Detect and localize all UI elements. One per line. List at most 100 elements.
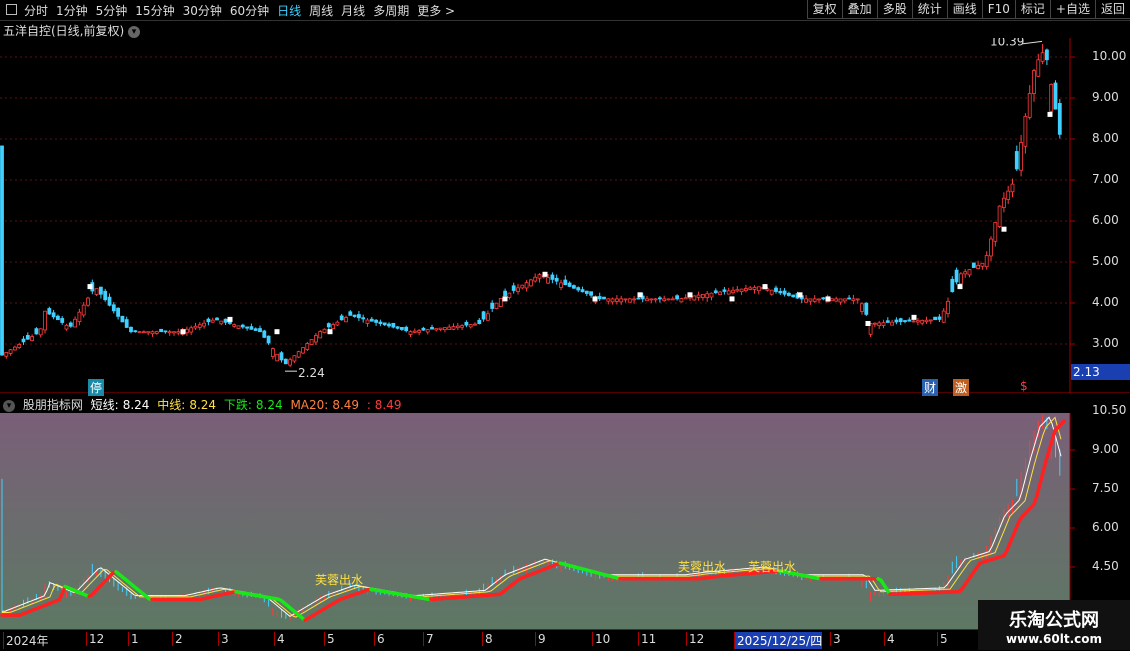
candle-body: [684, 298, 687, 299]
candle-body: [194, 326, 197, 328]
candle-body: [822, 298, 825, 299]
indicator-tick-4: 4.50: [1092, 559, 1119, 573]
candle-body: [108, 297, 111, 305]
indicator-chart[interactable]: 芙蓉出水芙蓉出水芙蓉出水: [0, 413, 1130, 629]
candle-body: [121, 316, 124, 322]
candle-body: [357, 315, 360, 318]
candle-body: [787, 293, 790, 295]
mid-value: 8.24: [189, 398, 216, 412]
x-label-15: 3: [830, 632, 841, 646]
candle-body: [925, 320, 928, 322]
price-marker: [866, 321, 871, 326]
candle-body: [125, 320, 128, 328]
toolbar-button-7[interactable]: +自选: [1050, 0, 1095, 19]
candle-body: [753, 287, 756, 289]
candle-body: [422, 328, 425, 330]
candle-body: [637, 298, 640, 299]
price-marker: [181, 329, 186, 334]
candle-body: [349, 312, 352, 316]
candle-body: [1024, 116, 1027, 146]
candle-body: [835, 299, 838, 301]
price-tick-6: 4.00: [1092, 295, 1119, 309]
finance-badge: 财: [922, 379, 938, 396]
candle-body: [44, 311, 47, 330]
candle-body: [783, 291, 786, 294]
candle-body: [482, 312, 485, 319]
tab-period-5[interactable]: 60分钟: [230, 2, 269, 19]
toolbar-button-2[interactable]: 多股: [877, 0, 912, 19]
candle-body: [947, 301, 950, 313]
tab-period-0[interactable]: 分时: [24, 2, 48, 19]
x-label-17: 5: [937, 632, 948, 646]
candle-body: [185, 329, 188, 332]
tab-period-6[interactable]: 日线: [277, 2, 301, 19]
candle-body: [628, 299, 631, 302]
candle-body: [732, 290, 735, 292]
candle-body: [693, 296, 696, 300]
candle-body: [340, 316, 343, 320]
chevron-down-icon[interactable]: ▾: [128, 26, 140, 38]
toolbar-button-0[interactable]: 复权: [807, 0, 842, 19]
candle-body: [934, 317, 937, 319]
candle-body: [160, 329, 163, 331]
indicator-tick-2: 7.50: [1092, 481, 1119, 495]
candle-body: [865, 303, 868, 314]
candle-body: [985, 255, 988, 266]
candle-body: [426, 330, 429, 332]
candle-body: [1002, 198, 1005, 207]
candle-body: [486, 314, 489, 321]
price-chart[interactable]: 10.392.24: [0, 38, 1130, 393]
candle-body: [1, 146, 4, 355]
indicator-name: 股朋指标网: [23, 398, 83, 412]
extra-value: : 8.49: [367, 398, 402, 412]
toolbar-button-8[interactable]: 返回: [1095, 0, 1130, 19]
candle-body: [598, 297, 601, 299]
x-label-13: 12: [686, 632, 704, 646]
toolbar-button-4[interactable]: 画线: [947, 0, 982, 19]
price-marker: [275, 329, 280, 334]
stop-badge: 停: [88, 379, 104, 396]
candle-body: [164, 331, 167, 332]
chevron-down-icon[interactable]: ▾: [3, 400, 15, 412]
x-label-14: 2025/12/25/四: [734, 632, 822, 649]
tab-period-3[interactable]: 15分钟: [135, 2, 174, 19]
candle-body: [607, 299, 610, 301]
candle-body: [22, 339, 25, 342]
price-marker: [228, 317, 233, 322]
candle-body: [710, 293, 713, 297]
tab-period-4[interactable]: 30分钟: [183, 2, 222, 19]
x-label-1: 12: [86, 632, 104, 646]
toolbar-button-3[interactable]: 统计: [912, 0, 947, 19]
annotation-label: 芙蓉出水: [678, 560, 726, 574]
toolbar-button-1[interactable]: 叠加: [842, 0, 877, 19]
excite-badge: 激: [953, 379, 969, 396]
candle-body: [495, 303, 498, 308]
toolbar-button-5[interactable]: F10: [982, 0, 1015, 19]
candle-body: [667, 299, 670, 300]
toolbar-button-6[interactable]: 标记: [1015, 0, 1050, 19]
candle-body: [375, 320, 378, 322]
candle-body: [775, 288, 778, 291]
window-icon[interactable]: [6, 4, 17, 15]
candle-body: [310, 340, 313, 345]
tab-period-2[interactable]: 5分钟: [96, 2, 128, 19]
candle-body: [284, 359, 287, 364]
candle-body: [818, 299, 821, 300]
tab-period-9[interactable]: 多周期: [373, 2, 409, 19]
candle-body: [882, 323, 885, 326]
price-marker: [593, 296, 598, 301]
candle-body: [843, 299, 846, 301]
tab-period-8[interactable]: 月线: [341, 2, 365, 19]
candle-body: [250, 327, 253, 330]
tab-period-10[interactable]: 更多 >: [417, 2, 455, 19]
tab-period-7[interactable]: 周线: [309, 2, 333, 19]
tab-period-1[interactable]: 1分钟: [56, 2, 88, 19]
candle-body: [964, 272, 967, 274]
candle-body: [134, 331, 137, 332]
candle-body: [908, 320, 911, 321]
x-label-9: 8: [482, 632, 493, 646]
candle-body: [770, 290, 773, 294]
candle-body: [959, 274, 962, 284]
candle-body: [955, 270, 958, 282]
candle-body: [1037, 60, 1040, 77]
